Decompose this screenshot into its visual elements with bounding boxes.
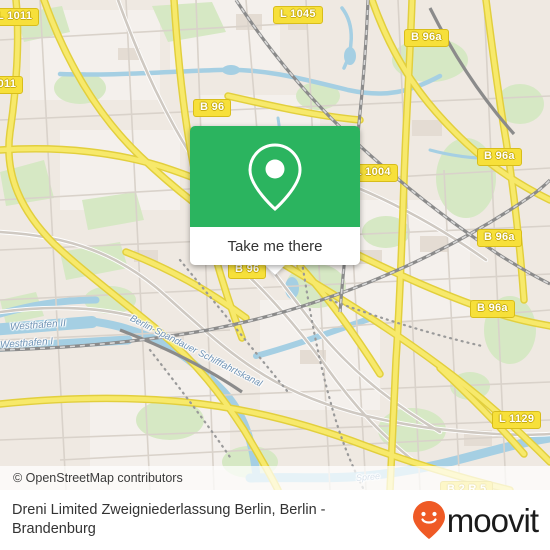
road-shield-b96a-right-lower[interactable]: B 96a [470,300,515,318]
road-shield-l1011-left[interactable]: L 1011 [0,76,24,94]
map-canvas[interactable]: Westhafen II Westhafen I Berlin-Spandaue… [0,0,550,490]
road-shield-l1011-top[interactable]: L 1011 [0,8,40,26]
moovit-wordmark: moovit [446,501,539,539]
road-shield-b96a-right-mid[interactable]: B 96a [477,229,522,247]
road-shield-l1129[interactable]: L 1129 [492,411,542,429]
callout-pointer [264,264,286,275]
moovit-place-card: Westhafen II Westhafen I Berlin-Spandaue… [0,0,550,550]
osm-attribution-text[interactable]: © OpenStreetMap contributors [0,471,183,485]
footer-bar: Dreni Limited Zweigniederlassung Berlin,… [0,490,550,550]
place-title: Dreni Limited Zweigniederlassung Berlin,… [12,502,326,537]
map-attribution-bar: © OpenStreetMap contributors [0,466,550,490]
moovit-smiley-pin-icon [412,501,445,539]
road-shield-b96a-top[interactable]: B 96a [404,29,449,47]
road-shield-l1045[interactable]: L 1045 [273,6,323,24]
road-shield-b96-upper[interactable]: B 96 [193,99,232,117]
callout-pin-area [190,126,360,227]
take-me-there-label: Take me there [227,237,323,255]
take-me-there-button[interactable]: Take me there [190,227,360,265]
moovit-brand[interactable]: moovit [412,500,550,540]
map-pin-icon [248,142,302,211]
place-callout-card[interactable]: Take me there [190,126,360,265]
road-shield-b96a-right-upper[interactable]: B 96a [477,148,522,166]
